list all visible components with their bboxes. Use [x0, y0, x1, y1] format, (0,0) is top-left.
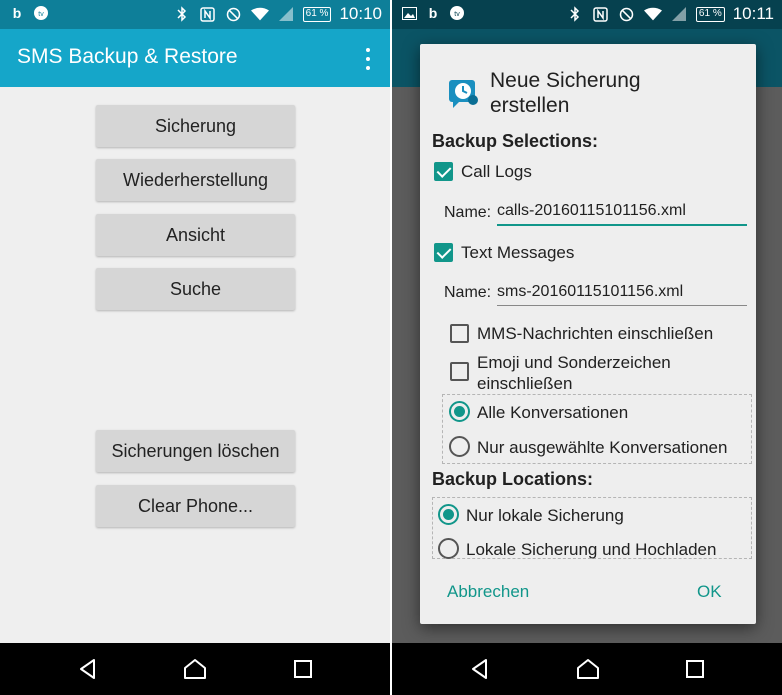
emoji-label-line1: Emoji und Sonderzeichen — [477, 353, 671, 372]
all-conversations-label: Alle Konversationen — [477, 403, 629, 422]
status-time: 10:10 — [339, 4, 382, 23]
local-and-upload-label: Lokale Sicherung und Hochladen — [466, 540, 717, 559]
bluetooth-icon — [173, 5, 191, 23]
backup-dialog-screen: b tv 61 % 10:11 Neue Sicherung erstellen… — [392, 0, 782, 695]
recents-icon[interactable] — [683, 657, 707, 681]
battery-icon: 61 % — [302, 6, 332, 22]
sms-name-label: Name: — [444, 284, 492, 301]
emoji-label-line2: einschließen — [477, 374, 573, 393]
backup-button[interactable]: Sicherung — [96, 105, 295, 147]
emoji-checkbox[interactable] — [450, 362, 469, 381]
app-b-icon: b — [428, 5, 438, 21]
back-icon[interactable] — [76, 657, 100, 681]
local-backup-radio[interactable] — [438, 504, 459, 525]
recents-icon[interactable] — [291, 657, 315, 681]
cancel-button[interactable]: Abbrechen — [447, 582, 529, 602]
bluetooth-icon — [566, 5, 584, 23]
tv-icon: tv — [32, 4, 50, 22]
nfc-icon — [199, 5, 217, 23]
tv-icon: tv — [448, 4, 466, 22]
battery-icon: 61 % — [695, 6, 725, 22]
new-backup-dialog: Neue Sicherung erstellen Backup Selectio… — [420, 44, 756, 624]
svg-text:tv: tv — [38, 11, 44, 18]
call-logs-label: Call Logs — [461, 162, 532, 181]
selected-conversations-label: Nur ausgewählte Konversationen — [477, 438, 728, 457]
do-not-disturb-icon — [225, 5, 243, 23]
do-not-disturb-icon — [618, 5, 636, 23]
restore-button[interactable]: Wiederherstellung — [96, 159, 295, 201]
delete-backups-button[interactable]: Sicherungen löschen — [96, 430, 295, 472]
clear-phone-button[interactable]: Clear Phone... — [96, 485, 295, 527]
wifi-icon — [250, 5, 269, 23]
call-logs-checkbox[interactable] — [434, 162, 453, 181]
local-backup-label: Nur lokale Sicherung — [466, 506, 624, 525]
mms-checkbox[interactable] — [450, 324, 469, 343]
mms-label: MMS-Nachrichten einschließen — [477, 324, 714, 343]
signal-icon — [670, 5, 688, 23]
svg-text:tv: tv — [454, 11, 460, 18]
home-icon[interactable] — [576, 657, 600, 681]
sms-filename-input[interactable] — [497, 283, 747, 306]
wifi-icon — [643, 5, 662, 23]
navigation-bar — [392, 643, 782, 695]
text-messages-label: Text Messages — [461, 243, 575, 262]
search-button[interactable]: Suche — [96, 268, 295, 310]
text-messages-checkbox[interactable] — [434, 243, 453, 262]
status-time: 10:11 — [732, 4, 774, 23]
status-bar: b tv 61 % 10:11 — [392, 0, 782, 29]
selected-conversations-radio[interactable] — [449, 436, 470, 457]
app-title: SMS Backup & Restore — [17, 45, 238, 68]
home-icon[interactable] — [183, 657, 207, 681]
back-icon[interactable] — [468, 657, 492, 681]
call-logs-name-label: Name: — [444, 204, 492, 221]
local-and-upload-radio[interactable] — [438, 538, 459, 559]
backup-locations-heading: Backup Locations: — [432, 469, 594, 489]
signal-icon — [277, 5, 295, 23]
dialog-title: Neue Sicherung erstellen — [490, 69, 641, 117]
main-screen: b tv 61 % 10:10 SMS Backup & Restore Sic… — [0, 0, 390, 695]
ok-button[interactable]: OK — [697, 582, 722, 602]
all-conversations-radio[interactable] — [449, 401, 470, 422]
app-bar: SMS Backup & Restore — [0, 29, 390, 87]
backup-selections-heading: Backup Selections: — [432, 131, 599, 151]
call-logs-filename-input[interactable] — [497, 202, 747, 226]
backup-clock-icon — [449, 80, 478, 108]
status-bar: b tv 61 % 10:10 — [0, 0, 390, 29]
image-icon — [400, 4, 418, 22]
app-b-icon: b — [12, 5, 22, 21]
view-button[interactable]: Ansicht — [96, 214, 295, 256]
navigation-bar — [0, 643, 390, 695]
nfc-icon — [592, 5, 610, 23]
overflow-menu-icon[interactable] — [362, 48, 374, 70]
